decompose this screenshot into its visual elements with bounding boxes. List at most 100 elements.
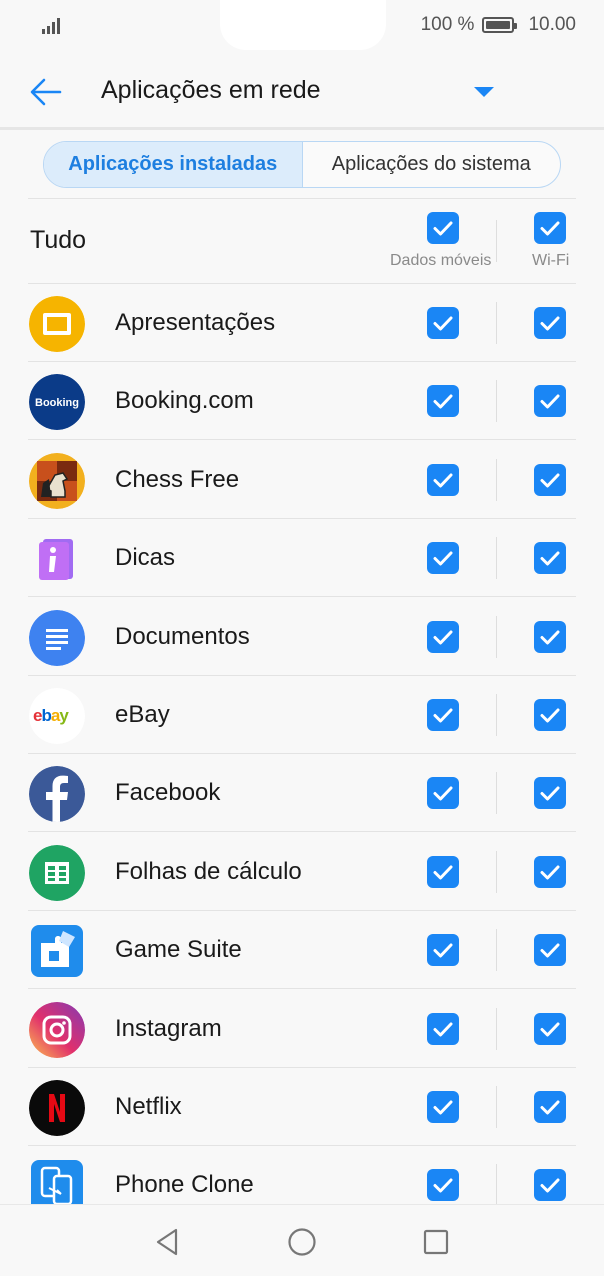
select-all-mobile-checkbox[interactable] [427,212,459,244]
tips-icon [29,531,85,587]
status-bar: 100 % 10.00 [0,0,604,52]
app-row: Netflix [0,1068,604,1146]
divider [28,198,576,199]
app-row: Folhas de cálculo [0,833,604,911]
app-name: Phone Clone [115,1171,254,1198]
mobile-data-checkbox[interactable] [427,856,459,888]
column-separator [496,1164,497,1206]
svg-text:ebay: ebay [33,706,69,725]
column-separator [496,929,497,971]
column-separator [496,772,497,814]
arrow-left-icon[interactable] [28,74,64,110]
mobile-data-column-label: Dados móveis [390,252,492,269]
netflix-icon [29,1080,85,1136]
app-name: eBay [115,701,170,728]
mobile-data-checkbox[interactable] [427,1169,459,1201]
divider [28,988,576,989]
app-row: Instagram [0,990,604,1068]
mobile-data-checkbox[interactable] [427,1013,459,1045]
app-row: Documentos [0,598,604,676]
app-name: Apresentações [115,309,276,336]
app-name: Facebook [115,779,221,806]
divider [28,831,576,832]
app-name: Netflix [115,1093,182,1120]
select-all-wifi-checkbox[interactable] [534,212,566,244]
column-separator [496,851,497,893]
select-all-label: Tudo [30,226,87,254]
mobile-data-checkbox[interactable] [427,385,459,417]
app-name: Chess Free [115,466,240,493]
wifi-column-label: Wi-Fi [532,252,570,269]
column-separator [496,459,497,501]
wifi-checkbox[interactable] [534,542,566,574]
app-name: Booking.com [115,387,254,414]
nav-home-icon[interactable] [287,1227,317,1257]
app-row: ebay eBay [0,676,604,754]
app-row: Dicas [0,519,604,597]
wifi-checkbox[interactable] [534,777,566,809]
mobile-data-checkbox[interactable] [427,307,459,339]
ebay-icon: ebay [29,688,85,744]
mobile-data-checkbox[interactable] [427,699,459,731]
column-separator [496,694,497,736]
app-row: Apresentações [0,284,604,362]
app-row: Chess Free [0,441,604,519]
slides-icon [29,296,85,352]
battery-percent: 100 % [420,14,475,35]
triangle-down-icon[interactable] [472,84,496,100]
docs-icon [29,610,85,666]
app-name: Dicas [115,544,176,571]
nav-back-icon[interactable] [152,1227,182,1257]
column-separator [496,220,497,262]
mobile-data-checkbox[interactable] [427,1091,459,1123]
camera-notch [220,0,386,50]
tab-installed-apps[interactable]: Aplicações instaladas [44,142,303,187]
column-separator [496,537,497,579]
mobile-data-checkbox[interactable] [427,621,459,653]
wifi-checkbox[interactable] [534,464,566,496]
navigation-bar [0,1204,604,1276]
column-separator [496,380,497,422]
wifi-checkbox[interactable] [534,307,566,339]
wifi-checkbox[interactable] [534,934,566,966]
wifi-checkbox[interactable] [534,1169,566,1201]
app-row: Game Suite [0,911,604,989]
battery-icon [482,17,518,33]
column-separator [496,616,497,658]
mobile-data-checkbox[interactable] [427,464,459,496]
chess-icon [29,453,85,509]
sheets-icon [29,845,85,901]
status-right: 100 % 10.00 [421,14,576,36]
wifi-checkbox[interactable] [534,1013,566,1045]
wifi-checkbox[interactable] [534,621,566,653]
booking-icon-text: Booking [35,397,79,409]
column-separator [496,1008,497,1050]
app-name: Folhas de cálculo [115,858,302,885]
page-title: Aplicações em rede [101,76,321,104]
app-row: Booking Booking.com [0,362,604,440]
app-row: Facebook [0,754,604,832]
column-separator [496,302,497,344]
wifi-checkbox[interactable] [534,699,566,731]
signal-icon [42,18,60,34]
nav-recents-icon[interactable] [421,1227,451,1257]
wifi-checkbox[interactable] [534,1091,566,1123]
divider [28,596,576,597]
mobile-data-checkbox[interactable] [427,777,459,809]
wifi-checkbox[interactable] [534,385,566,417]
divider [28,439,576,440]
app-name: Documentos [115,623,250,650]
tab-switcher: Aplicações instaladas Aplicações do sist… [43,141,561,188]
facebook-icon [29,766,85,822]
booking-icon: Booking [29,374,85,430]
game-suite-icon [29,923,85,979]
app-name: Instagram [115,1015,222,1042]
wifi-checkbox[interactable] [534,856,566,888]
tab-system-apps[interactable]: Aplicações do sistema [303,142,561,187]
app-name: Game Suite [115,936,242,963]
instagram-icon [29,1002,85,1058]
title-bar: Aplicações em rede [0,52,604,130]
mobile-data-checkbox[interactable] [427,542,459,574]
mobile-data-checkbox[interactable] [427,934,459,966]
column-separator [496,1086,497,1128]
